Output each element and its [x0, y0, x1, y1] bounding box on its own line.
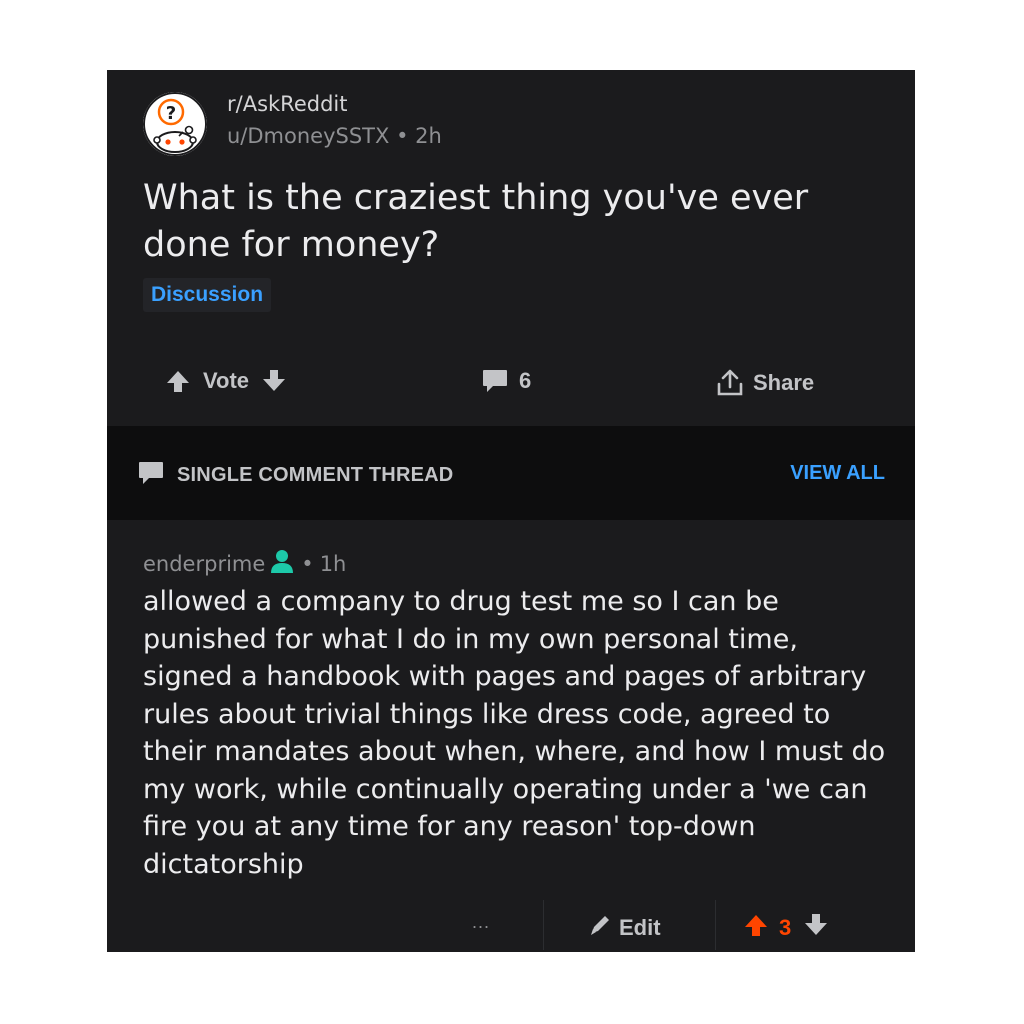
post-age: 2h	[415, 124, 442, 148]
comment-separator: •	[301, 551, 314, 576]
comment-age: 1h	[319, 551, 347, 576]
edit-label: Edit	[619, 915, 661, 940]
comment-action-bar: ... Edit 3	[107, 900, 915, 950]
thread-label-group: SINGLE COMMENT THREAD	[137, 460, 453, 491]
svg-text:?: ?	[166, 103, 176, 124]
post-flair: Discussion	[143, 278, 272, 312]
arrow-up-icon[interactable]	[165, 368, 191, 394]
comment-vote-group: 3	[743, 912, 829, 944]
byline-separator: •	[396, 124, 409, 148]
post-byline: u/DmoneySSTX • 2h	[227, 124, 442, 148]
single-thread-bar: SINGLE COMMENT THREAD VIEW ALL	[107, 426, 915, 520]
share-label: Share	[753, 370, 815, 395]
askreddit-snoo-icon[interactable]: ?	[143, 92, 207, 156]
person-icon	[269, 548, 295, 579]
post-action-bar: Vote 6 Share	[107, 360, 915, 404]
arrow-down-icon[interactable]	[261, 368, 287, 394]
share-button[interactable]: Share	[715, 368, 814, 398]
divider	[715, 900, 716, 950]
comment-body: allowed a company to drug test me so I c…	[143, 586, 886, 880]
pencil-icon	[587, 912, 613, 944]
thread-label: SINGLE COMMENT THREAD	[177, 464, 454, 486]
view-all-link[interactable]: VIEW ALL	[790, 462, 885, 485]
comment-meta: enderprime • 1h	[143, 548, 346, 579]
arrow-up-icon[interactable]	[743, 912, 769, 944]
comment-bubble-icon	[481, 368, 509, 394]
vote-label: Vote	[203, 368, 250, 393]
edit-button[interactable]: Edit	[587, 912, 661, 944]
post-author[interactable]: u/DmoneySSTX	[227, 124, 389, 148]
comment-count: 6	[519, 368, 532, 393]
divider	[543, 900, 544, 950]
arrow-down-icon[interactable]	[803, 912, 829, 944]
comment-author[interactable]: enderprime	[143, 552, 265, 576]
post-vote-group: Vote	[165, 368, 287, 394]
subreddit-name[interactable]: r/AskReddit	[227, 92, 347, 116]
post-title[interactable]: What is the craziest thing you've ever d…	[143, 175, 883, 269]
comments-button[interactable]: 6	[481, 368, 531, 394]
more-options-button[interactable]: ...	[472, 912, 490, 933]
comment-score: 3	[779, 915, 792, 940]
share-icon	[715, 368, 745, 398]
comment-bubble-icon	[137, 460, 165, 491]
post-card: ? r/AskReddit u/DmoneySSTX • 2h What is …	[107, 70, 915, 952]
